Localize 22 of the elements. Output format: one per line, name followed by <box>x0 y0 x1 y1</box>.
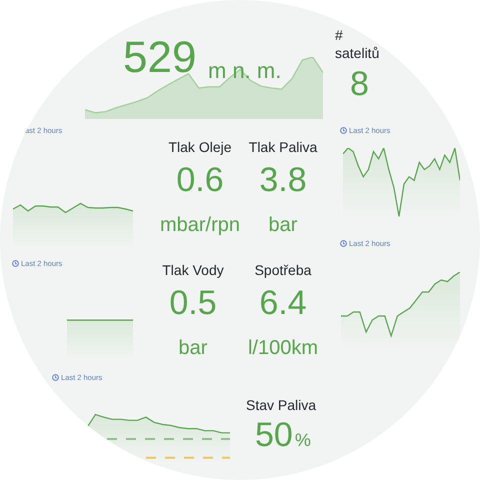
stat-unit: l/100km <box>248 338 318 358</box>
stat-value: 0.5 <box>169 286 217 320</box>
clock-icon <box>340 127 347 134</box>
stat-value: 6.4 <box>259 286 307 320</box>
panel-title: Stav Paliva <box>246 396 316 414</box>
stat-value: 8 <box>350 67 369 101</box>
clock-icon <box>12 260 19 268</box>
stat-unit: mbar/rpn <box>160 215 240 235</box>
stat-unit: bar <box>178 338 208 358</box>
panel-title: Tlak Oleje <box>168 138 232 156</box>
panel-title: Tlak Paliva <box>248 138 318 156</box>
stat-unit: % <box>294 431 311 449</box>
panel-title: Tlak Vody <box>162 261 224 279</box>
stat-value: 0.6 <box>176 163 224 197</box>
clock-icon <box>52 374 59 382</box>
stat-value: 529 <box>123 36 196 80</box>
clock-icon <box>340 240 347 248</box>
stat-unit: bar <box>268 215 298 235</box>
stat-unit: m n. m. <box>208 60 282 82</box>
stat-value: 50 <box>255 418 293 452</box>
stat-value: 3.8 <box>259 163 307 197</box>
panel-title: Spotřeba <box>254 261 312 279</box>
